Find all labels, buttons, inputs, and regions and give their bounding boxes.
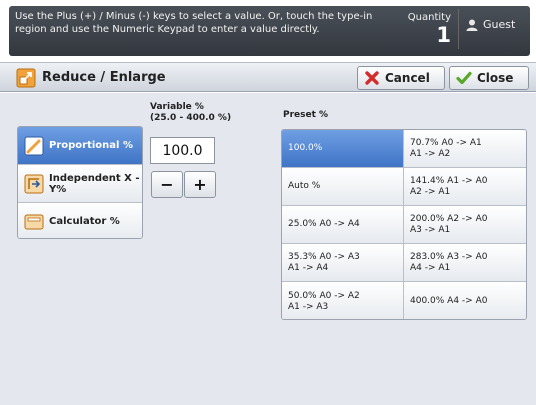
mode-label: Independent X - Y% bbox=[49, 172, 140, 195]
login-button[interactable]: Guest bbox=[458, 9, 526, 49]
independent-xy-icon bbox=[24, 174, 44, 193]
preset-label: Preset % bbox=[283, 110, 329, 120]
quantity-label: Quantity bbox=[407, 12, 451, 23]
preset-option[interactable]: 70.7% A0 -> A1 A1 -> A2 bbox=[404, 130, 526, 168]
preset-option[interactable]: Auto % bbox=[282, 168, 404, 206]
mode-label: Calculator % bbox=[49, 216, 120, 227]
calculator-icon bbox=[24, 214, 44, 229]
preset-line1: 25.0% A0 -> A4 bbox=[288, 219, 360, 229]
mode-proportional[interactable]: Proportional % bbox=[18, 127, 142, 165]
page-title: Reduce / Enlarge bbox=[42, 70, 166, 85]
title-bar: Reduce / Enlarge Cancel Close bbox=[0, 62, 536, 92]
cancel-label: Cancel bbox=[385, 71, 430, 85]
minus-button[interactable]: − bbox=[151, 171, 183, 198]
mode-independent-xy[interactable]: Independent X - Y% bbox=[18, 165, 142, 203]
close-label: Close bbox=[477, 71, 514, 85]
preset-option[interactable]: 50.0% A0 -> A2 A1 -> A3 bbox=[282, 282, 404, 319]
variable-percent-input[interactable]: 100.0 bbox=[150, 137, 215, 164]
preset-line2: A3 -> A1 bbox=[410, 224, 451, 235]
preset-option[interactable]: 100.0% bbox=[282, 130, 404, 168]
preset-line1: 200.0% A2 -> A0 bbox=[410, 213, 488, 224]
preset-line2: A1 -> A3 bbox=[288, 301, 329, 312]
variable-label: Variable % bbox=[150, 102, 204, 112]
preset-line1: 141.4% A1 -> A0 bbox=[410, 175, 488, 186]
preset-line1: 35.3% A0 -> A3 bbox=[288, 251, 360, 262]
variable-range: (25.0 - 400.0 %) bbox=[150, 113, 232, 123]
mode-list: Proportional % Independent X - Y% Calcul… bbox=[17, 126, 143, 239]
preset-grid: 100.0% 70.7% A0 -> A1 A1 -> A2 Auto % 141… bbox=[281, 129, 527, 320]
preset-option[interactable]: 200.0% A2 -> A0 A3 -> A1 bbox=[404, 206, 526, 244]
preset-line1: 70.7% A0 -> A1 bbox=[410, 137, 482, 148]
preset-line1: 400.0% A4 -> A0 bbox=[410, 296, 488, 306]
instruction-message: Use the Plus (+) / Minus (-) keys to sel… bbox=[15, 11, 373, 35]
cancel-button[interactable]: Cancel bbox=[357, 66, 445, 90]
preset-option[interactable]: 35.3% A0 -> A3 A1 -> A4 bbox=[282, 244, 404, 282]
cancel-icon bbox=[365, 71, 379, 85]
user-label: Guest bbox=[483, 18, 516, 31]
variable-label-group: Variable % (25.0 - 400.0 %) bbox=[150, 102, 231, 124]
mode-label: Proportional % bbox=[49, 140, 133, 151]
close-button[interactable]: Close bbox=[449, 66, 529, 90]
proportional-icon bbox=[24, 136, 44, 155]
checkmark-icon bbox=[456, 71, 472, 85]
plus-button[interactable]: + bbox=[184, 171, 216, 198]
main-panel: Proportional % Independent X - Y% Calcul… bbox=[0, 93, 536, 405]
quantity-value: 1 bbox=[436, 23, 451, 47]
message-panel: Use the Plus (+) / Minus (-) keys to sel… bbox=[9, 6, 530, 56]
preset-option[interactable]: 283.0% A3 -> A0 A4 -> A1 bbox=[404, 244, 526, 282]
preset-line1: 283.0% A3 -> A0 bbox=[410, 251, 488, 262]
preset-option[interactable]: 25.0% A0 -> A4 bbox=[282, 206, 404, 244]
preset-line1: 100.0% bbox=[288, 143, 323, 153]
preset-option[interactable]: 141.4% A1 -> A0 A2 -> A1 bbox=[404, 168, 526, 206]
mode-calculator[interactable]: Calculator % bbox=[18, 203, 142, 238]
quantity-display: Quantity 1 bbox=[403, 6, 457, 56]
preset-option[interactable]: 400.0% A4 -> A0 bbox=[404, 282, 526, 319]
reduce-enlarge-icon bbox=[16, 68, 36, 88]
message-bar: Use the Plus (+) / Minus (-) keys to sel… bbox=[0, 0, 536, 58]
preset-line2: A1 -> A4 bbox=[288, 262, 329, 273]
preset-line1: Auto % bbox=[288, 181, 321, 191]
preset-line2: A2 -> A1 bbox=[410, 186, 451, 197]
user-icon bbox=[466, 19, 478, 31]
preset-line1: 50.0% A0 -> A2 bbox=[288, 290, 360, 301]
preset-line2: A4 -> A1 bbox=[410, 262, 451, 273]
preset-line2: A1 -> A2 bbox=[410, 148, 451, 159]
